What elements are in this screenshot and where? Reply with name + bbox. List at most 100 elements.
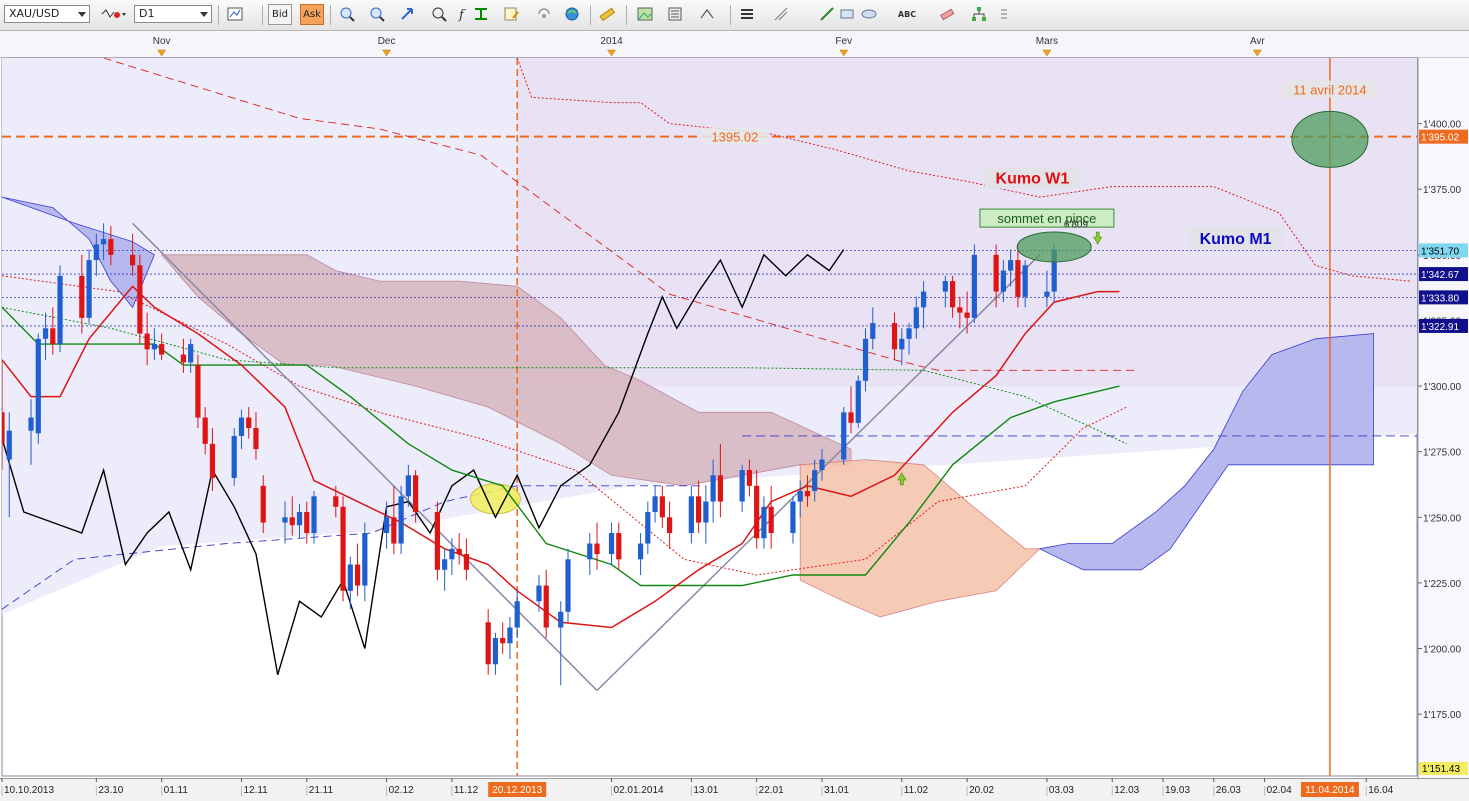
candle-body [543, 585, 549, 628]
month-marker-icon [607, 49, 617, 57]
candle-body [949, 281, 956, 308]
candle-body [391, 517, 397, 544]
candle-body [696, 496, 702, 523]
candle-body [180, 354, 187, 363]
candle-body [971, 254, 977, 318]
price-tick-label: 1'250.00 [1423, 513, 1461, 524]
candle-body [137, 265, 143, 334]
candle-body [790, 501, 796, 534]
candle-body [739, 470, 745, 502]
target-ellipse-marker [1291, 110, 1369, 168]
candle[interactable] [971, 244, 977, 324]
candle-body [6, 430, 12, 460]
candle-body [1044, 291, 1050, 297]
candle-body [666, 517, 673, 534]
candle-body [340, 506, 346, 591]
month-marker-icon [157, 49, 167, 57]
candle-body [855, 380, 861, 423]
candle-body [587, 543, 593, 560]
candle-body [652, 496, 658, 513]
date-tick-label: 10.10.2013 [4, 785, 54, 796]
candle-body [754, 485, 760, 539]
date-tick-label: 26.03 [1216, 785, 1241, 796]
candle-body [500, 638, 506, 644]
candle[interactable] [855, 375, 861, 429]
candle-body [253, 428, 259, 450]
candle[interactable] [35, 333, 41, 444]
date-tick-label: 16.04 [1368, 785, 1393, 796]
candle-body [594, 543, 600, 555]
price-level-label-4: 1'322.91 [1421, 322, 1459, 333]
candle[interactable] [57, 265, 63, 352]
candle[interactable] [565, 548, 571, 623]
candle-body [79, 275, 85, 318]
candle-body [50, 328, 56, 345]
candle-body [812, 470, 818, 492]
month-marker-icon [1042, 49, 1052, 57]
candle-body [891, 323, 898, 350]
candle-body [304, 512, 310, 534]
candle-body [202, 417, 208, 444]
candle-body [151, 344, 157, 350]
candle[interactable] [137, 254, 143, 345]
candle-body [558, 611, 564, 628]
candle-body [659, 496, 665, 518]
candle[interactable] [195, 354, 201, 429]
candle-body [100, 239, 107, 245]
candle[interactable] [86, 249, 92, 324]
candle-body [296, 512, 303, 526]
candle-body [260, 485, 266, 523]
candle-body [920, 291, 927, 308]
candle[interactable] [231, 428, 237, 486]
candle-body [209, 443, 216, 478]
candle[interactable] [434, 501, 440, 581]
candle-body [28, 417, 34, 431]
candle[interactable] [841, 407, 847, 465]
candle-body [434, 512, 440, 570]
candle-body [899, 338, 905, 350]
candle-body [93, 244, 99, 261]
month-marker-icon [382, 49, 392, 57]
candle-body [964, 312, 970, 318]
candle-body [42, 328, 49, 339]
month-label: Avr [1250, 36, 1265, 47]
candle-body [717, 475, 723, 502]
candle-body [492, 638, 499, 665]
date-tick-label: 31.01 [824, 785, 849, 796]
candle-body [870, 323, 876, 339]
date-tick-label: 11.02 [904, 785, 929, 796]
price-tick-label: 1'200.00 [1423, 645, 1461, 656]
date-tick-label: 12.03 [1114, 785, 1139, 796]
candle-body [957, 307, 963, 313]
candle-body [289, 517, 295, 526]
date-highlight-label-1: 11.04.2014 [1305, 785, 1355, 796]
candle-body [195, 365, 201, 418]
candle-body [57, 275, 63, 345]
month-label: Nov [153, 36, 171, 47]
candle-body [1022, 265, 1028, 297]
candle-body [398, 496, 404, 544]
date-tick-label: 19.03 [1165, 785, 1190, 796]
candle-body [282, 517, 288, 523]
date-label-text: 11 avril 2014 [1293, 82, 1366, 97]
date-tick-label: 02.01.2014 [614, 785, 664, 796]
candle-body [768, 506, 774, 534]
candle-body [144, 333, 150, 350]
date-highlight-label-0: 20.12.2013 [492, 785, 542, 796]
candle-body [1000, 270, 1006, 292]
candle-body [383, 517, 390, 534]
candle[interactable] [340, 496, 346, 602]
price-tick-label: 1'275.00 [1423, 448, 1461, 459]
kumo-w1-background [517, 58, 1417, 387]
month-label: 2014 [600, 36, 623, 47]
candle-body [188, 344, 194, 363]
price-chart[interactable]: 1395.0211 avril 2014Kumo W1sommet en pin… [0, 0, 1469, 800]
month-label: Dec [378, 36, 396, 47]
price-bottom-label: 1'151.43 [1422, 764, 1460, 775]
candle-body [819, 459, 825, 471]
date-tick-label: 22.01 [759, 785, 784, 796]
candle-body [159, 344, 165, 355]
price-level-label-0: 1'395.02 [1421, 133, 1459, 144]
candle-body [797, 491, 803, 502]
candle-body [86, 260, 92, 318]
